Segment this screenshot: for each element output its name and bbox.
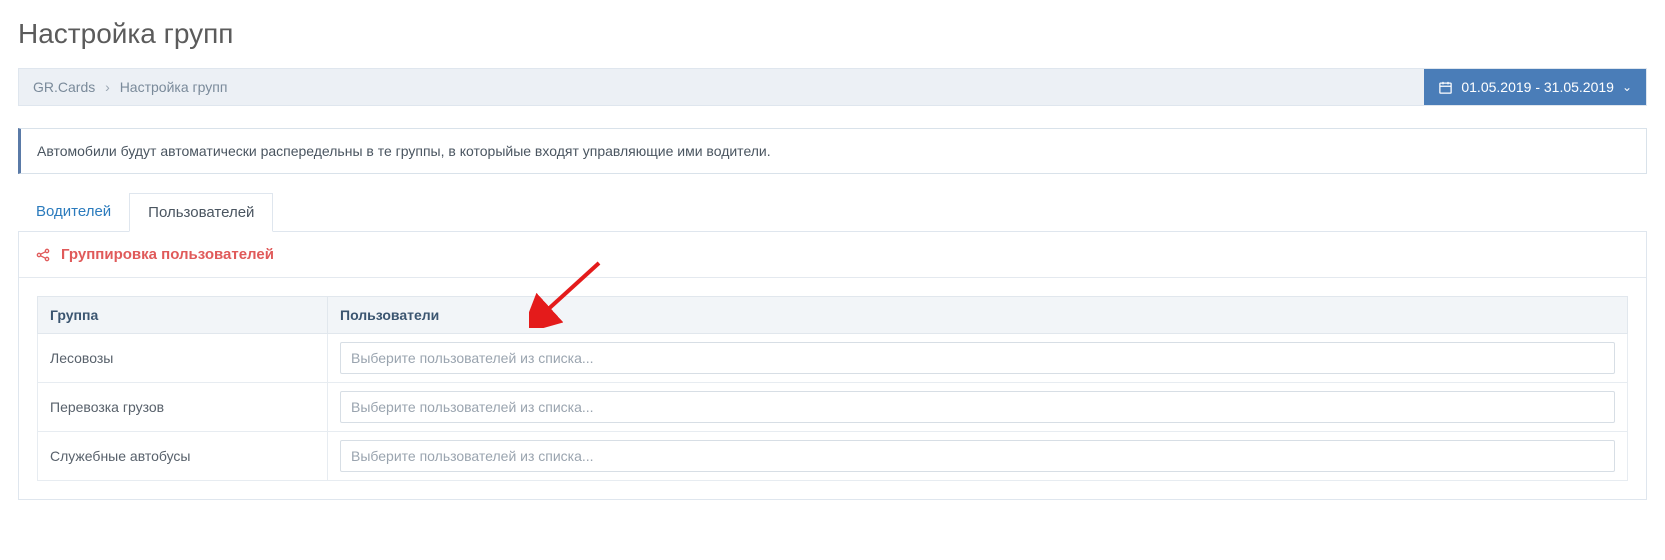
- groups-table: Группа Пользователи Лесовозы Выберите по…: [37, 296, 1628, 481]
- info-banner: Автомобили будут автоматически распереде…: [18, 128, 1647, 174]
- table-row: Лесовозы Выберите пользователей из списк…: [38, 334, 1628, 383]
- users-select[interactable]: Выберите пользователей из списка...: [340, 440, 1615, 472]
- users-panel: Группировка пользователей Группа Пользов…: [18, 232, 1647, 500]
- breadcrumb-separator: ›: [105, 79, 110, 95]
- calendar-icon: [1438, 80, 1453, 95]
- chevron-down-icon: ⌄: [1622, 80, 1632, 94]
- date-range-label: 01.05.2019 - 31.05.2019: [1461, 79, 1614, 95]
- group-name: Служебные автобусы: [38, 432, 328, 481]
- breadcrumb-current: Настройка групп: [120, 79, 228, 95]
- breadcrumb: GR.Cards › Настройка групп: [33, 79, 227, 95]
- date-range-picker[interactable]: 01.05.2019 - 31.05.2019 ⌄: [1424, 69, 1646, 105]
- page-title: Настройка групп: [18, 18, 1647, 50]
- tab-users[interactable]: Пользователей: [129, 193, 273, 232]
- panel-title: Группировка пользователей: [61, 246, 274, 263]
- top-bar: GR.Cards › Настройка групп 01.05.2019 - …: [18, 68, 1647, 106]
- share-icon: [35, 247, 51, 263]
- panel-header: Группировка пользователей: [19, 232, 1646, 278]
- users-select[interactable]: Выберите пользователей из списка...: [340, 342, 1615, 374]
- users-select[interactable]: Выберите пользователей из списка...: [340, 391, 1615, 423]
- table-row: Перевозка грузов Выберите пользователей …: [38, 383, 1628, 432]
- col-header-group: Группа: [38, 297, 328, 334]
- breadcrumb-root[interactable]: GR.Cards: [33, 79, 95, 95]
- table-row: Служебные автобусы Выберите пользователе…: [38, 432, 1628, 481]
- tabs: Водителей Пользователей: [18, 192, 1647, 232]
- group-name: Перевозка грузов: [38, 383, 328, 432]
- tab-drivers[interactable]: Водителей: [18, 193, 129, 232]
- group-name: Лесовозы: [38, 334, 328, 383]
- col-header-users: Пользователи: [328, 297, 1628, 334]
